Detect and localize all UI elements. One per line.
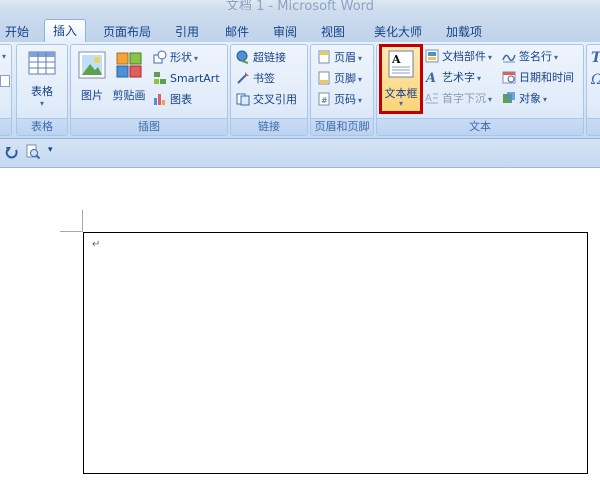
chevron-down-icon: ▾ [477, 74, 482, 83]
dropcap-icon: A [425, 91, 439, 105]
chevron-down-icon: ▾ [488, 53, 493, 62]
shapes-icon [153, 50, 167, 64]
tab-addins[interactable]: 加载项 [442, 23, 486, 41]
quick-access-toolbar: ▾ [0, 139, 600, 168]
globe-link-icon [236, 50, 250, 64]
svg-text:#: # [321, 96, 328, 105]
picture-button[interactable]: 图片 [75, 51, 109, 103]
tab-beautify[interactable]: 美化大师 [369, 23, 427, 41]
ribbon-group-header-footer: 页眉 ▾ 页脚 ▾ # 页码 ▾ 页眉和页脚 [310, 44, 374, 136]
bookmark-button[interactable]: 书签 [236, 70, 275, 88]
tab-page-layout[interactable]: 页面布局 [98, 23, 156, 41]
ribbon-group-links: 超链接 书签 交叉引用 链接 [230, 44, 308, 136]
page-number-icon: # [317, 92, 331, 106]
group-label-illustrations: 插图 [71, 118, 227, 135]
crossref-icon [236, 92, 250, 106]
smartart-button[interactable]: SmartArt [153, 70, 220, 88]
customize-qat-icon[interactable]: ▾ [48, 145, 53, 155]
tab-review[interactable]: 审阅 [270, 23, 300, 41]
crossref-button[interactable]: 交叉引用 [236, 91, 297, 109]
tab-view[interactable]: 视图 [318, 23, 348, 41]
table-icon [28, 51, 56, 75]
object-icon [502, 91, 516, 105]
title-bar: 文档 1 - Microsoft Word [0, 0, 600, 10]
chevron-down-icon[interactable]: ▾ [2, 52, 6, 61]
tab-insert[interactable]: 插入 [44, 19, 86, 43]
tab-mailings[interactable]: 邮件 [222, 23, 252, 41]
object-button[interactable]: 对象 ▾ [502, 90, 547, 108]
svg-text:A: A [391, 53, 401, 66]
signature-button[interactable]: 签名行 ▾ [502, 48, 558, 66]
group-label-links: 链接 [231, 118, 307, 135]
chart-button[interactable]: 图表 [153, 91, 192, 109]
crop-mark [60, 231, 82, 232]
dropcap-button[interactable]: A 首字下沉 ▾ [425, 90, 492, 108]
quickparts-button[interactable]: 文档部件 ▾ [425, 48, 492, 66]
header-icon [317, 50, 331, 64]
chart-icon [153, 92, 167, 106]
picture-icon [78, 51, 106, 79]
page-number-button[interactable]: # 页码 ▾ [317, 91, 362, 109]
datetime-button[interactable]: 日期和时间 [502, 69, 574, 87]
equation-icon[interactable]: T [591, 50, 600, 66]
undo-icon[interactable] [5, 145, 19, 159]
chevron-down-icon: ▾ [358, 96, 363, 105]
group-label-tables: 表格 [17, 118, 67, 135]
crop-mark [82, 210, 83, 232]
clipart-label: 剪贴画 [112, 89, 146, 102]
textbox-icon: A [388, 50, 414, 78]
wordart-icon: A [425, 70, 439, 84]
group-label-header-footer: 页眉和页脚 [311, 118, 373, 135]
signature-icon [502, 49, 516, 63]
clipart-icon [115, 51, 143, 79]
print-preview-icon[interactable] [25, 144, 41, 160]
tab-home[interactable]: 开始 [2, 23, 32, 41]
quickparts-icon [425, 49, 439, 63]
chevron-down-icon: ▾ [554, 53, 559, 62]
text-box[interactable] [83, 232, 588, 474]
footer-icon [317, 71, 331, 85]
table-button-label: 表格 [31, 85, 53, 98]
group-label-text: 文本 [377, 118, 583, 135]
tab-references[interactable]: 引用 [172, 23, 202, 41]
chevron-down-icon: ▾ [398, 99, 403, 108]
ribbon-tabs: 开始 插入 页面布局 引用 邮件 审阅 视图 美化大师 加载项 [0, 10, 600, 43]
chevron-down-icon: ▾ [488, 95, 493, 104]
header-button[interactable]: 页眉 ▾ [317, 49, 362, 67]
smartart-icon [153, 71, 167, 85]
picture-label: 图片 [81, 89, 103, 102]
ribbon: ▾ 表格 ▾ 表格 图片 剪贴画 形状 ▾ SmartArt 图表 插图 超链接… [0, 42, 600, 139]
svg-text:A: A [425, 71, 436, 84]
chevron-down-icon: ▾ [39, 99, 44, 108]
calendar-icon [502, 70, 516, 84]
chevron-down-icon: ▾ [194, 54, 199, 63]
hyperlink-button[interactable]: 超链接 [236, 49, 286, 67]
chevron-down-icon: ▾ [358, 75, 363, 84]
footer-button[interactable]: 页脚 ▾ [317, 70, 362, 88]
shapes-button[interactable]: 形状 ▾ [153, 49, 198, 67]
symbol-icon[interactable]: Ω [591, 72, 600, 88]
window-title: 文档 1 - Microsoft Word [225, 0, 375, 10]
clipart-button[interactable]: 剪贴画 [111, 51, 147, 103]
table-button[interactable]: 表格 ▾ [21, 51, 63, 108]
wordart-button[interactable]: A 艺术字 ▾ [425, 69, 481, 87]
ribbon-group-tables: 表格 ▾ 表格 [16, 44, 68, 136]
chevron-down-icon: ▾ [543, 95, 548, 104]
page-icon[interactable] [0, 75, 10, 87]
paragraph-mark-icon: ↵ [92, 239, 101, 250]
ribbon-group-illustrations: 图片 剪贴画 形状 ▾ SmartArt 图表 插图 [70, 44, 228, 136]
textbox-button[interactable]: A 文本框 ▾ [379, 44, 423, 114]
svg-text:A: A [425, 93, 432, 104]
chevron-down-icon: ▾ [358, 54, 363, 63]
bookmark-icon [236, 71, 250, 85]
